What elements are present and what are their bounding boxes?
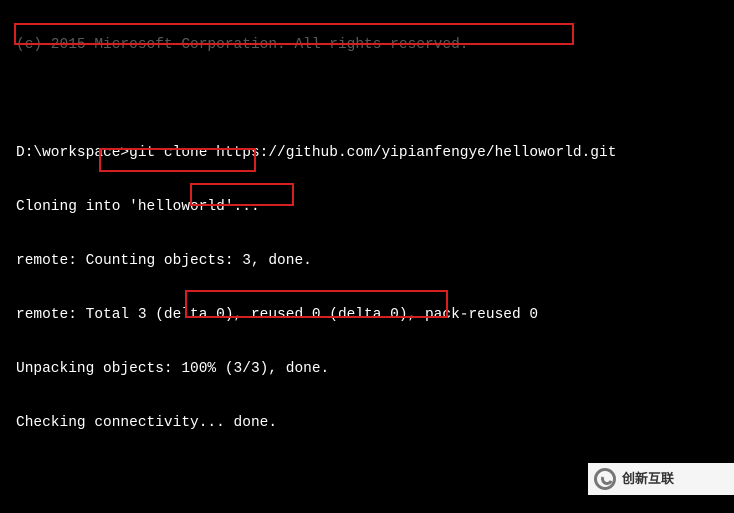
blank-line xyxy=(16,90,734,108)
watermark-logo-icon xyxy=(594,468,616,490)
output-line: Unpacking objects: 100% (3/3), done. xyxy=(16,360,734,378)
highlight-box-cd xyxy=(99,148,256,172)
output-line: Cloning into 'helloworld'... xyxy=(16,198,734,216)
highlight-box-git-commit xyxy=(185,290,448,318)
watermark-text: 创新互联 xyxy=(622,470,674,488)
output-line: remote: Counting objects: 3, done. xyxy=(16,252,734,270)
terminal-window[interactable]: (c) 2015 Microsoft Corporation. All righ… xyxy=(0,0,734,513)
highlight-box-git-add xyxy=(190,183,294,206)
highlight-box-git-clone xyxy=(14,23,574,45)
watermark-badge: 创新互联 xyxy=(588,463,734,495)
output-line: Checking connectivity... done. xyxy=(16,414,734,432)
